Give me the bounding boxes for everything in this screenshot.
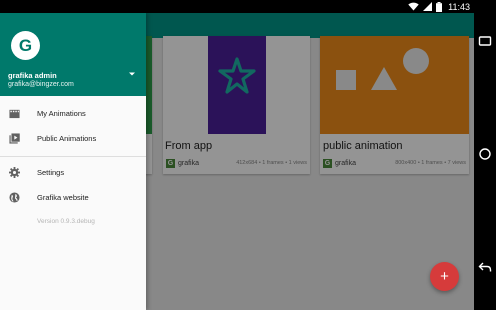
user-name: grafika admin [8, 71, 57, 80]
home-icon[interactable] [478, 147, 492, 161]
signal-icon [423, 2, 433, 11]
user-email: grafika@bingzer.com [8, 81, 74, 88]
add-animation-button[interactable]: + [430, 262, 459, 291]
drawer-item-my-animations[interactable]: My Animations [0, 103, 146, 123]
drawer-item-label: Public Animations [37, 133, 97, 143]
movie-icon [9, 109, 20, 119]
status-icons: 11:43 [408, 0, 470, 13]
recent-apps-icon[interactable] [478, 34, 492, 48]
app-screen: From app G grafika 412x684 • 1 frames • … [0, 13, 474, 310]
drawer-item-settings[interactable]: Settings [0, 162, 146, 182]
battery-icon [436, 1, 443, 12]
account-dropdown-icon[interactable] [128, 71, 136, 77]
app-version: Version 0.9.3.debug [37, 218, 95, 225]
drawer-item-label: My Animations [37, 108, 86, 118]
drawer-item-label: Settings [37, 167, 65, 177]
drawer-item-grafika-website[interactable]: Grafika website [0, 187, 146, 207]
status-bar: 11:43 [0, 0, 474, 13]
clock: 11:43 [448, 1, 470, 12]
globe-icon [9, 192, 20, 203]
gear-icon [9, 167, 20, 178]
app-logo: G [11, 31, 40, 60]
system-navigation-bar [474, 0, 496, 310]
drawer-divider [0, 156, 146, 157]
video-library-icon [9, 133, 20, 144]
back-icon[interactable] [478, 260, 492, 274]
drawer-item-public-animations[interactable]: Public Animations [0, 128, 146, 148]
drawer-header[interactable]: G grafika admin grafika@bingzer.com [0, 13, 146, 96]
app-logo-letter: G [18, 36, 33, 55]
navigation-drawer: G grafika admin grafika@bingzer.com My A… [0, 13, 146, 310]
drawer-item-label: Grafika website [37, 192, 89, 202]
wifi-icon [408, 2, 419, 11]
